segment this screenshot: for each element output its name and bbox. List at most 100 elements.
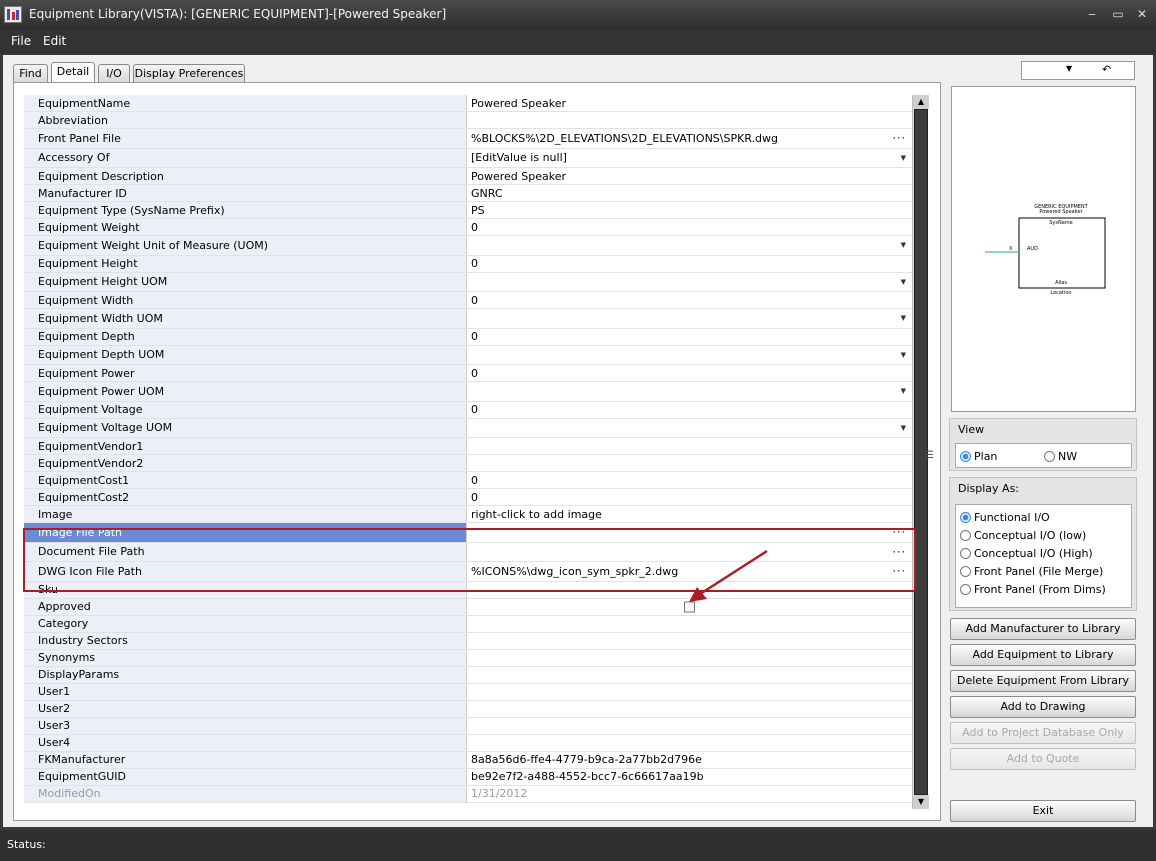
table-row[interactable]: FKManufacturer 8a8a56d6-ffe4-4779-b9ca-2a… xyxy=(24,751,912,769)
table-row[interactable]: Equipment Power UOM ▼ xyxy=(24,382,912,402)
radio-front-panel-merge-icon[interactable] xyxy=(960,566,971,577)
table-row[interactable]: Synonyms xyxy=(24,649,912,667)
table-row[interactable]: EquipmentCost1 0 xyxy=(24,472,912,489)
property-value[interactable] xyxy=(468,438,912,454)
radio-conceptual-low-icon[interactable] xyxy=(960,530,971,541)
property-label[interactable]: User4 xyxy=(24,734,467,751)
property-value[interactable]: 0 xyxy=(468,256,912,272)
chevron-down-icon[interactable]: ▼ xyxy=(901,387,906,395)
radio-front-panel-dims[interactable]: Front Panel (From Dims) xyxy=(960,583,1106,596)
property-value[interactable]: 1/31/2012 xyxy=(468,786,912,802)
table-row[interactable]: Equipment Power 0 xyxy=(24,365,912,382)
property-label[interactable]: Equipment Weight xyxy=(24,219,467,235)
tab-display-preferences[interactable]: Display Preferences xyxy=(133,64,245,83)
property-label[interactable]: EquipmentGUID xyxy=(24,768,467,785)
table-row[interactable]: Equipment Depth 0 xyxy=(24,328,912,346)
property-label[interactable]: FKManufacturer xyxy=(24,751,467,768)
table-row[interactable]: Equipment Width UOM ▼ xyxy=(24,309,912,329)
scroll-down-icon[interactable]: ▼ xyxy=(913,795,929,809)
menu-file[interactable]: File xyxy=(11,34,31,48)
scroll-up-icon[interactable]: ▲ xyxy=(913,95,929,109)
table-row[interactable]: Equipment Voltage 0 xyxy=(24,401,912,419)
table-row[interactable]: Abbreviation xyxy=(24,112,912,129)
property-value[interactable]: be92e7f2-a488-4552-bcc7-6c66617aa19b xyxy=(468,769,912,785)
chevron-down-icon[interactable]: ▼ xyxy=(901,154,906,162)
property-value[interactable]: 8a8a56d6-ffe4-4779-b9ca-2a77bb2d796e xyxy=(468,752,912,768)
radio-nw-icon[interactable] xyxy=(1044,451,1055,462)
radio-plan-icon[interactable] xyxy=(960,451,971,462)
add-equipment-button[interactable]: Add Equipment to Library xyxy=(950,644,1136,666)
radio-conceptual-high-icon[interactable] xyxy=(960,548,971,559)
table-row[interactable]: Equipment Type (SysName Prefix) PS xyxy=(24,202,912,219)
chevron-down-icon[interactable]: ▼ xyxy=(1066,64,1072,73)
property-value[interactable]: Powered Speaker xyxy=(468,95,912,111)
property-value[interactable]: 0 xyxy=(468,365,912,381)
table-row[interactable]: Equipment Voltage UOM ▼ xyxy=(24,418,912,438)
property-label[interactable]: Equipment Width xyxy=(24,292,467,308)
exit-button[interactable]: Exit xyxy=(950,800,1136,822)
property-value[interactable] xyxy=(468,650,912,666)
property-label[interactable]: Manufacturer ID xyxy=(24,185,467,201)
table-row[interactable]: EquipmentGUID be92e7f2-a488-4552-bcc7-6c6… xyxy=(24,768,912,786)
table-row[interactable]: Image right-click to add image xyxy=(24,506,912,523)
property-value[interactable] xyxy=(468,718,912,734)
property-value[interactable]: 0 xyxy=(468,292,912,308)
property-label[interactable]: EquipmentName xyxy=(24,95,467,111)
property-label[interactable]: Equipment Weight Unit of Measure (UOM) xyxy=(24,236,467,255)
property-label[interactable]: Equipment Power xyxy=(24,365,467,381)
close-icon[interactable]: ✕ xyxy=(1134,6,1150,22)
property-label[interactable]: DisplayParams xyxy=(24,666,467,683)
property-label[interactable]: ModifiedOn xyxy=(24,785,467,802)
property-label[interactable]: Accessory Of xyxy=(24,148,467,167)
property-label[interactable]: Synonyms xyxy=(24,649,467,666)
property-value[interactable] xyxy=(468,667,912,683)
property-label[interactable]: User3 xyxy=(24,717,467,734)
property-label[interactable]: EquipmentVendor2 xyxy=(24,455,467,471)
minimize-icon[interactable]: ‒ xyxy=(1084,6,1100,22)
add-to-project-database-button[interactable]: Add to Project Database Only xyxy=(950,722,1136,744)
radio-functional-io[interactable]: Functional I/O xyxy=(960,511,1050,524)
radio-conceptual-low[interactable]: Conceptual I/O (low) xyxy=(960,529,1086,542)
chevron-down-icon[interactable]: ▼ xyxy=(901,278,906,286)
property-value[interactable]: 0 xyxy=(468,402,912,418)
table-row[interactable]: User3 xyxy=(24,717,912,735)
property-value[interactable] xyxy=(468,455,912,471)
property-label[interactable]: Equipment Depth UOM xyxy=(24,345,467,364)
table-row[interactable]: User1 xyxy=(24,683,912,701)
table-row[interactable]: ModifiedOn 1/31/2012 xyxy=(24,785,912,803)
property-value[interactable]: [EditValue is null] ▼ xyxy=(468,149,912,168)
property-label[interactable]: Image xyxy=(24,506,467,522)
property-label[interactable]: Equipment Description xyxy=(24,168,467,184)
property-value[interactable]: %BLOCKS%\2D_ELEVATIONS\2D_ELEVATIONS\SPK… xyxy=(468,129,912,148)
property-value[interactable]: 0 xyxy=(468,329,912,345)
chevron-down-icon[interactable]: ▼ xyxy=(901,241,906,249)
property-value[interactable]: 0 xyxy=(468,489,912,505)
property-value[interactable] xyxy=(468,684,912,700)
property-label[interactable]: Equipment Depth xyxy=(24,328,467,345)
property-value[interactable]: ▼ xyxy=(468,419,912,438)
property-value[interactable] xyxy=(468,701,912,717)
property-value[interactable]: PS xyxy=(468,202,912,218)
radio-functional-io-icon[interactable] xyxy=(960,512,971,523)
radio-conceptual-high[interactable]: Conceptual I/O (High) xyxy=(960,547,1093,560)
table-row[interactable]: Equipment Depth UOM ▼ xyxy=(24,345,912,365)
chevron-down-icon[interactable]: ▼ xyxy=(901,314,906,322)
table-row[interactable]: EquipmentCost2 0 xyxy=(24,489,912,506)
property-value[interactable]: ▼ xyxy=(468,236,912,255)
property-label[interactable]: Equipment Width UOM xyxy=(24,309,467,328)
property-label[interactable]: EquipmentVendor1 xyxy=(24,438,467,454)
property-label[interactable]: User1 xyxy=(24,683,467,700)
table-row[interactable]: User2 xyxy=(24,700,912,718)
property-label[interactable]: Equipment Height xyxy=(24,255,467,272)
radio-front-panel-dims-icon[interactable] xyxy=(960,584,971,595)
table-row[interactable]: User4 xyxy=(24,734,912,752)
table-row[interactable]: Equipment Height 0 xyxy=(24,255,912,273)
property-label[interactable]: Equipment Height UOM xyxy=(24,272,467,291)
table-row[interactable]: EquipmentVendor2 xyxy=(24,455,912,472)
property-value[interactable]: GNRC xyxy=(468,185,912,201)
radio-nw[interactable]: NW xyxy=(1044,450,1077,463)
chevron-down-icon[interactable]: ▼ xyxy=(901,351,906,359)
table-row[interactable]: Industry Sectors xyxy=(24,632,912,650)
property-label[interactable]: User2 xyxy=(24,700,467,717)
table-row[interactable]: Front Panel File %BLOCKS%\2D_ELEVATIONS\2… xyxy=(24,129,912,149)
